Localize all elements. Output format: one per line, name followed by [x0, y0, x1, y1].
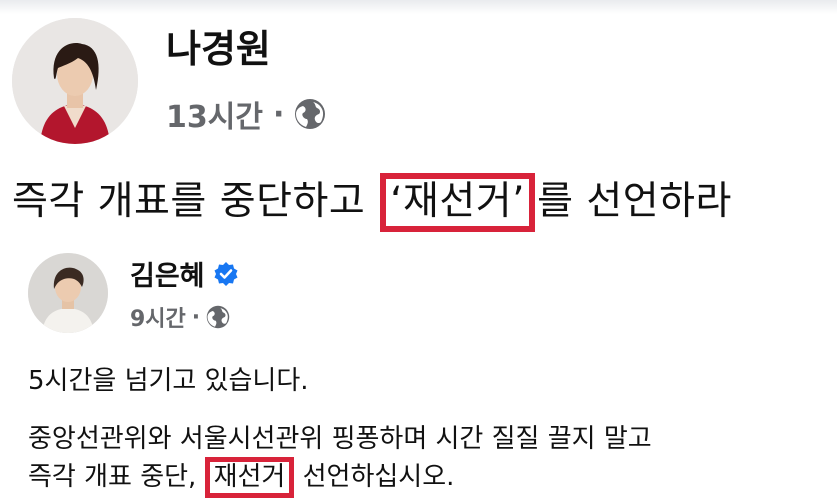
post-text: 즉각 개표를 중단하고 ‘재선거’ 를 선언하라 — [12, 170, 732, 232]
shared-post-line-3: 즉각 개표 중단, 재선거 선언하십시오. — [28, 456, 455, 499]
line3-text-end: 선언하십시오. — [294, 462, 455, 492]
shared-post-line-1: 5시간을 넘기고 있습니다. — [28, 366, 309, 396]
post-time[interactable]: 13시간 — [166, 92, 263, 136]
line3-text-start: 즉각 개표 중단, — [28, 462, 205, 492]
shared-author: 김은혜 — [130, 254, 239, 293]
globe-icon[interactable] — [294, 98, 326, 130]
shared-author-avatar[interactable] — [28, 253, 108, 333]
headline-text-end: 를 선언하라 — [537, 179, 732, 224]
shared-author-name[interactable]: 김은혜 — [130, 254, 205, 293]
author-name[interactable]: 나경원 — [166, 18, 271, 73]
shared-meta-separator: · — [191, 304, 201, 330]
meta-separator: · — [272, 96, 285, 132]
headline-text-start: 즉각 개표를 중단하고 — [12, 179, 379, 224]
author-avatar[interactable] — [12, 18, 138, 144]
top-divider — [0, 0, 837, 14]
shared-post-line-2: 중앙선관위와 서울시선관위 핑퐁하며 시간 질질 끌지 말고 — [28, 424, 652, 454]
shared-post-time[interactable]: 9시간 — [130, 301, 186, 333]
post-meta: 13시간 · — [166, 92, 326, 136]
shared-post-meta: 9시간 · — [130, 301, 230, 333]
highlighted-phrase: ‘재선거’ — [380, 173, 536, 232]
globe-icon[interactable] — [206, 305, 230, 329]
verified-badge-icon — [214, 261, 238, 286]
highlighted-word: 재선거 — [204, 457, 295, 499]
